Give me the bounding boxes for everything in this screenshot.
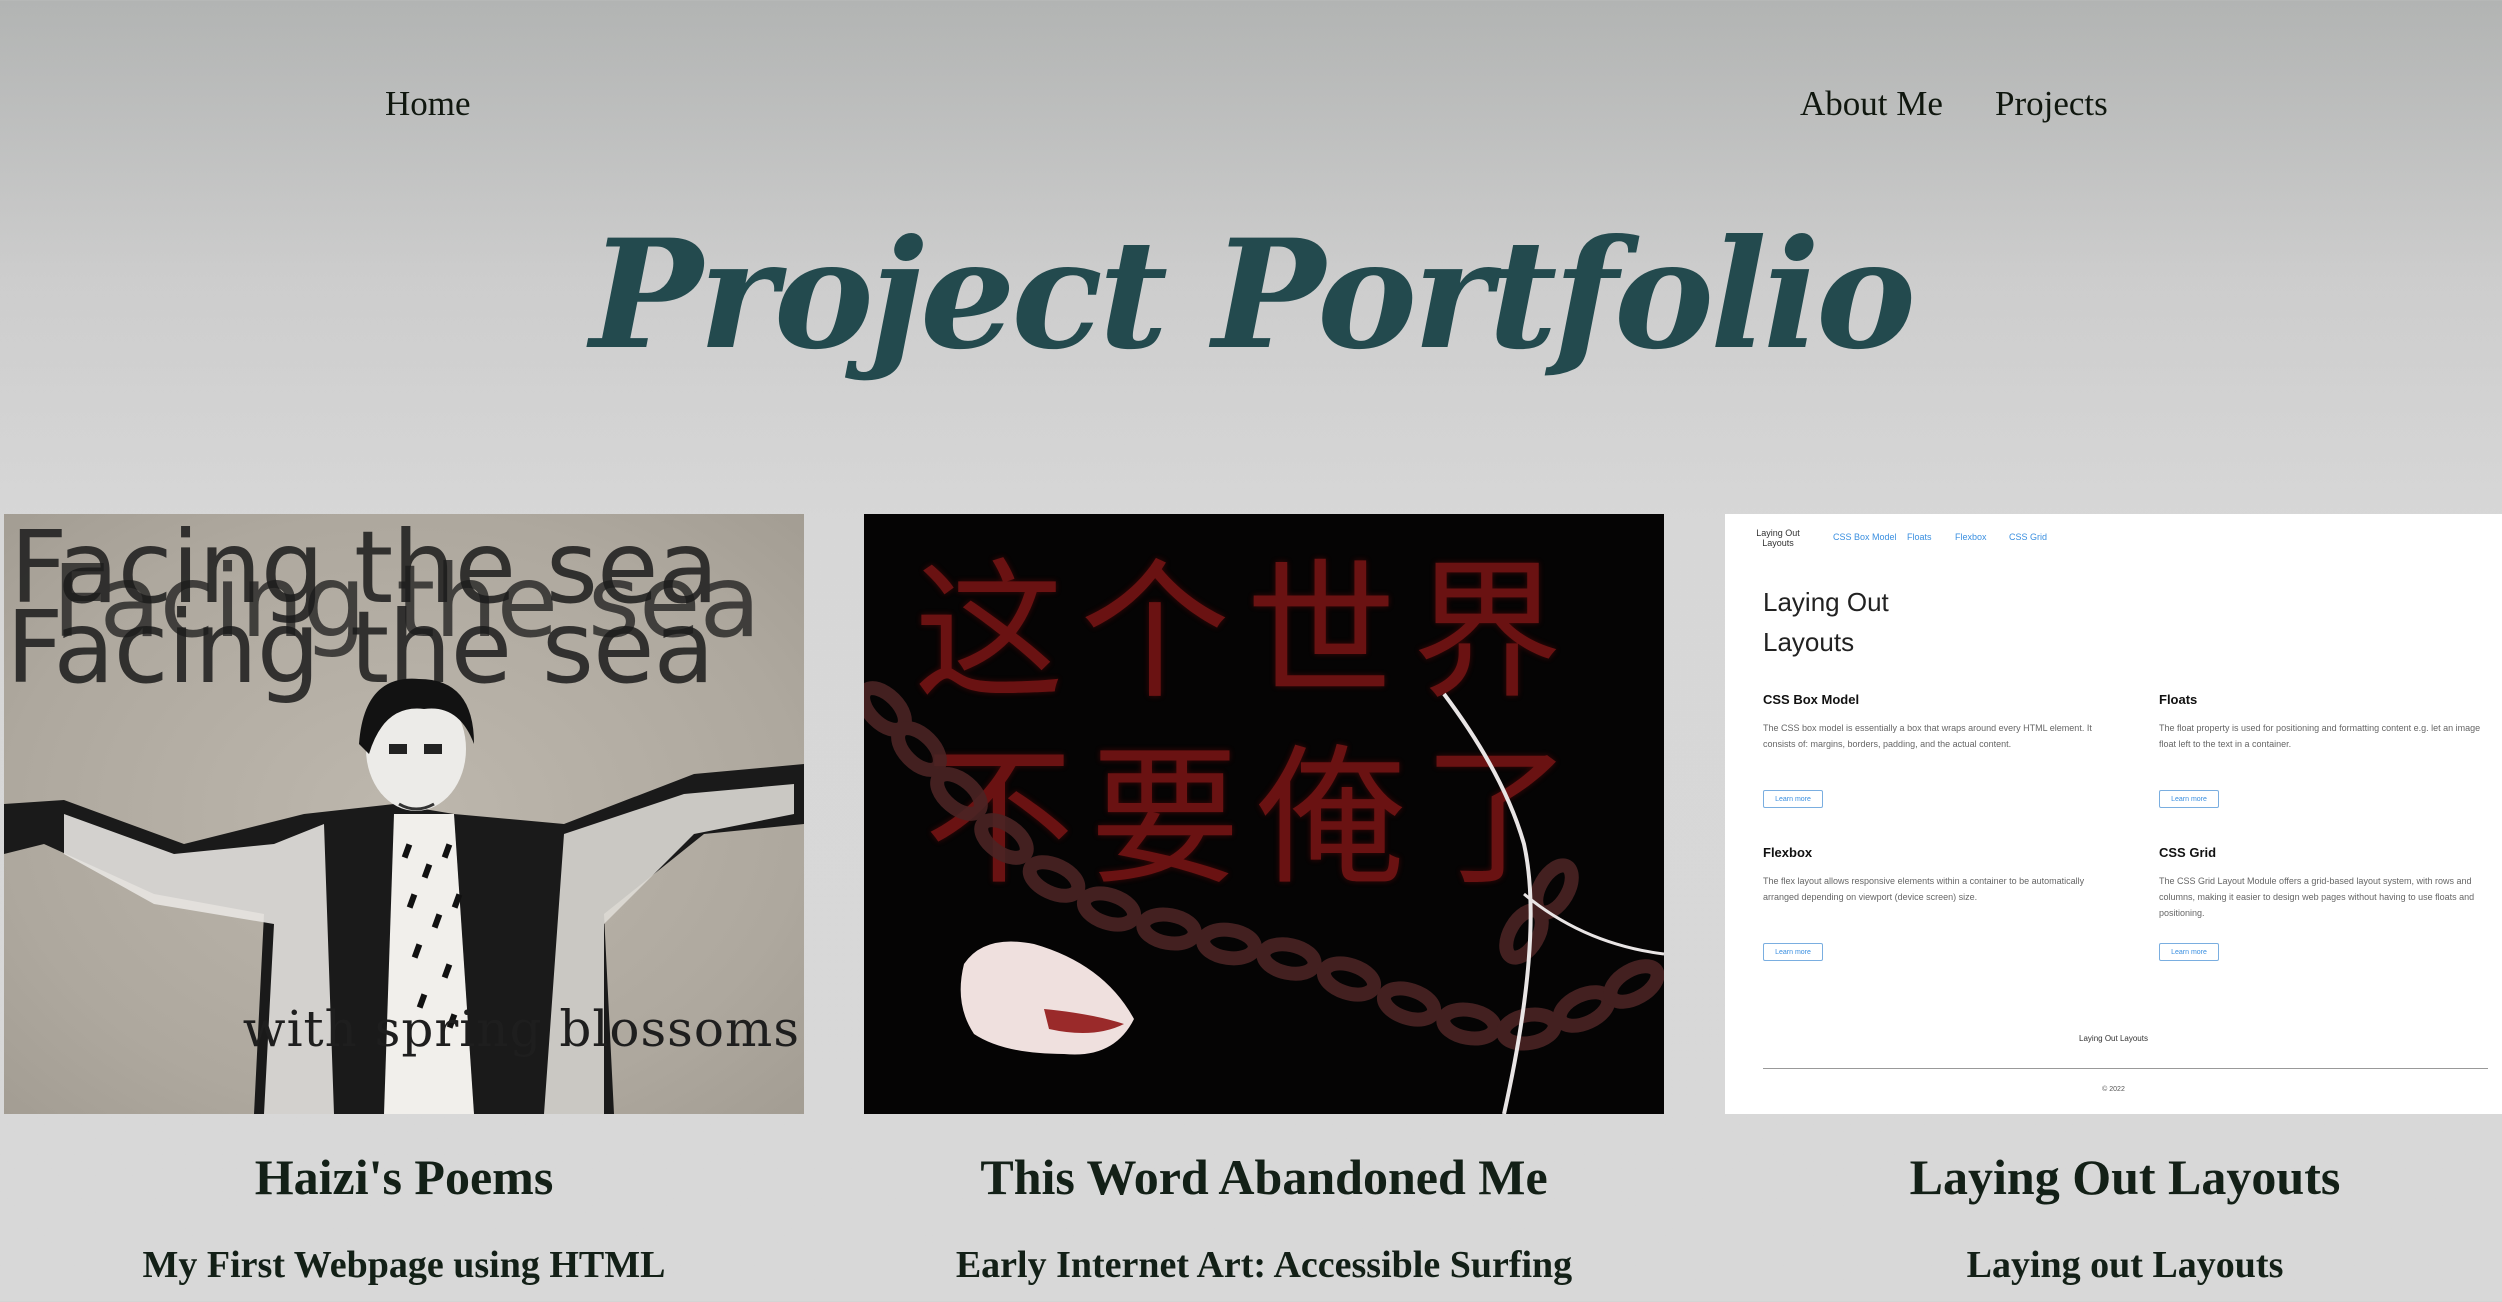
chain-art-image xyxy=(864,681,1664,1114)
project-subtitle: Early Internet Art: Accessible Surfing xyxy=(955,1244,1573,1286)
thumb-section-heading: CSS Grid xyxy=(2159,845,2217,860)
project-title[interactable]: Haizi's Poems xyxy=(4,1147,804,1207)
thumb-learn-more-button: Learn more xyxy=(1763,943,1823,961)
project-thumbnail-layouts[interactable]: Laying Out Layouts CSS Box Model Floats … xyxy=(1725,514,2502,1114)
thumb-section: CSS Grid The CSS Grid Layout Module offe… xyxy=(2159,845,2489,921)
thumb-text: with spring blossoms xyxy=(242,1000,800,1058)
thumb-section-heading: Floats xyxy=(2159,692,2198,707)
thumb-nav-link: Floats xyxy=(1907,532,1932,542)
thumb-section-text: The float property is used for positioni… xyxy=(2159,723,2481,749)
project-thumbnail-haizi[interactable]: Facing the sea Facing the sea Facing the… xyxy=(4,514,804,1114)
thumb-section-text: The flex layout allows responsive elemen… xyxy=(1763,876,2085,902)
thumb-footer: Laying Out Layouts xyxy=(2079,1034,2148,1043)
thumb-copyright: © 2022 xyxy=(2102,1086,2125,1093)
thumb-nav-link: Flexbox xyxy=(1955,532,1987,542)
thumb-section: Floats The float property is used for po… xyxy=(2159,692,2489,752)
nav-about-link[interactable]: About Me xyxy=(1800,82,1943,126)
project-card-haizi: Facing the sea Facing the sea Facing the… xyxy=(4,514,804,1286)
project-card-layouts: Laying Out Layouts CSS Box Model Floats … xyxy=(1725,514,2502,1286)
thumb-learn-more-button: Learn more xyxy=(2159,943,2219,961)
thumb-divider xyxy=(1763,1068,2488,1069)
project-card-abandoned: 这个世界 不要俺了 This Word Abandoned Me Early I… xyxy=(864,514,1664,1286)
page-title: Project Portfolio xyxy=(589,207,1916,383)
thumb-nav-link: CSS Box Model xyxy=(1833,532,1897,542)
thumb-section-heading: Flexbox xyxy=(1763,845,1813,860)
project-title[interactable]: Laying Out Layouts xyxy=(1725,1147,2502,1207)
thumb-section-text: The CSS Grid Layout Module offers a grid… xyxy=(2159,876,2475,918)
thumb-title: Laying Out Layouts xyxy=(1763,587,1889,657)
project-subtitle: Laying out Layouts xyxy=(1966,1244,2284,1286)
thumb-nav-link: CSS Grid xyxy=(2009,532,2048,542)
thumb-learn-more-button: Learn more xyxy=(2159,790,2219,808)
project-thumbnail-abandoned[interactable]: 这个世界 不要俺了 xyxy=(864,514,1664,1114)
thumb-section: CSS Box Model The CSS box model is essen… xyxy=(1763,692,2093,752)
thumb-section: Flexbox The flex layout allows responsiv… xyxy=(1763,845,2093,905)
thumb-section-heading: CSS Box Model xyxy=(1763,692,1860,707)
thumb-brand: Laying Out Layouts xyxy=(1756,528,1800,548)
project-title[interactable]: This Word Abandoned Me xyxy=(864,1147,1664,1207)
nav-projects-link[interactable]: Projects xyxy=(1995,82,2108,126)
thumb-section-text: The CSS box model is essentially a box t… xyxy=(1763,723,2092,749)
project-subtitle: My First Webpage using HTML xyxy=(142,1244,666,1286)
thumb-learn-more-button: Learn more xyxy=(1763,790,1823,808)
nav-home-link[interactable]: Home xyxy=(385,82,471,126)
